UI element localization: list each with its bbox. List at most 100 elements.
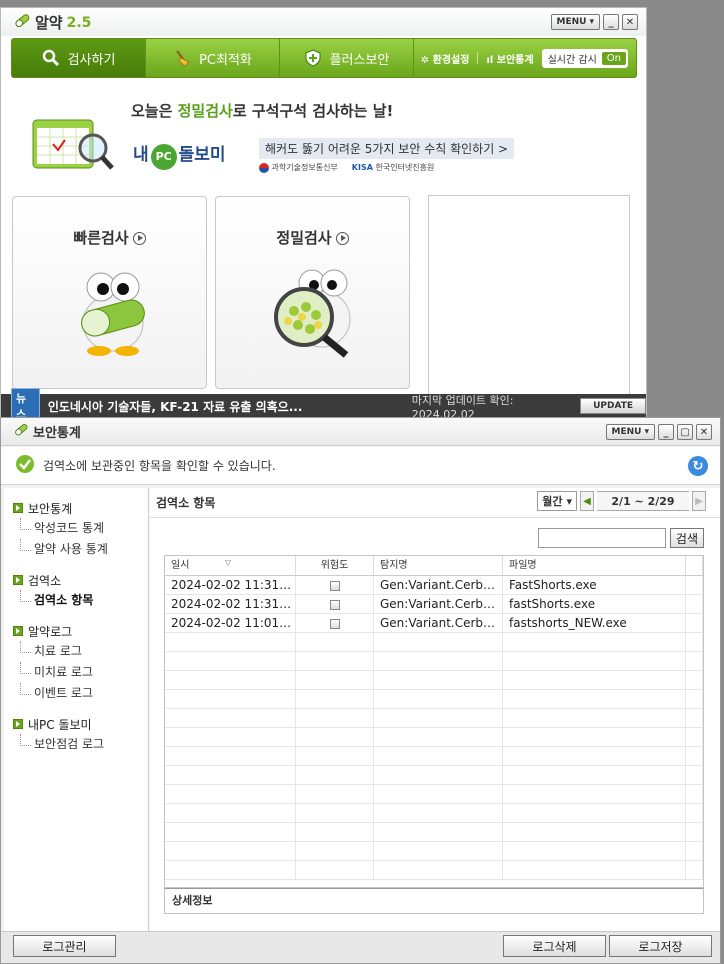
table-row[interactable]: 2024-02-02 11:01:17 Gen:Variant.Cerbu....…	[165, 614, 703, 633]
search-row: 검색	[537, 528, 704, 548]
shield-plus-icon	[304, 49, 322, 67]
cell-detection	[374, 728, 503, 746]
sort-down-icon: ▽	[225, 558, 232, 567]
cell-risk	[296, 861, 374, 879]
table-row[interactable]: 2024-02-02 11:31:09 Gen:Variant.Cerbu....…	[165, 576, 703, 595]
stats-content: 검역소 항목 월간 ▾ ◀ 2/1 ~ 2/29 ▶ 검색 일시 ▽ 위험도 탐지명…	[150, 488, 720, 931]
cell-file	[503, 728, 686, 746]
sidebar-item-malware-stats[interactable]: 악성코드 통계	[4, 518, 148, 539]
table-row[interactable]: 2024-02-02 11:31:08 Gen:Variant.Cerbu....…	[165, 595, 703, 614]
sidebar-head-logs[interactable]: 알약로그	[4, 621, 148, 641]
news-headline-link[interactable]: 인도네시아 기술자들, KF-21 자료 유출 의혹으...	[48, 398, 364, 415]
notice-text: 검역소에 보관중인 항목을 확인할 수 있습니다.	[43, 459, 276, 473]
tab-scan[interactable]: 검사하기	[12, 39, 146, 77]
cell-risk	[296, 633, 374, 651]
sidebar-head-quarantine[interactable]: 검역소	[4, 570, 148, 590]
cell-spacer	[686, 709, 703, 727]
log-delete-button[interactable]: 로그삭제	[503, 935, 606, 957]
tab-pc-optimize[interactable]: PC최적화	[146, 39, 280, 77]
stats-window: 보안통계 MENU ▾ _ ▢ ✕ 검역소에 보관중인 항목을 확인할 수 있습니…	[0, 417, 721, 964]
maximize-button[interactable]: ▢	[677, 424, 693, 440]
risk-checkbox[interactable]	[329, 580, 340, 591]
prev-period-button[interactable]: ◀	[580, 491, 594, 511]
realtime-toggle[interactable]: 실시간 감시 On	[541, 48, 628, 68]
play-icon	[335, 232, 349, 245]
cell-spacer	[686, 595, 703, 613]
close-button[interactable]: ✕	[622, 14, 638, 30]
table-row-empty	[165, 633, 703, 652]
cell-risk	[296, 671, 374, 689]
quick-scan-button[interactable]: 빠른검사	[12, 196, 207, 389]
cell-detection	[374, 690, 503, 708]
column-header-detection[interactable]: 탐지명	[374, 556, 503, 575]
full-scan-button[interactable]: 정밀검사	[215, 196, 410, 389]
realtime-label: 실시간 감시	[547, 54, 597, 66]
column-header-date[interactable]: 일시 ▽	[165, 556, 296, 575]
log-save-button[interactable]: 로그저장	[609, 935, 712, 957]
log-manage-button[interactable]: 로그관리	[13, 935, 116, 957]
sidebar-group-pc-care: 내PC 돌보미 보안점검 로그	[4, 714, 148, 755]
sidebar-item-quarantine-items[interactable]: 검역소 항목	[4, 590, 148, 611]
ad-panel[interactable]	[428, 195, 630, 400]
cell-file	[503, 842, 686, 860]
close-button[interactable]: ✕	[696, 424, 712, 440]
cell-date	[165, 671, 296, 689]
sidebar-item-usage-stats[interactable]: 알약 사용 통계	[4, 539, 148, 560]
menu-button[interactable]: MENU ▾	[550, 14, 600, 30]
table-row-empty	[165, 785, 703, 804]
cell-detection: Gen:Variant.Cerbu....	[374, 576, 503, 594]
cell-spacer	[686, 747, 703, 765]
settings-link[interactable]: ✲ 환경설정	[421, 51, 470, 66]
column-header-risk[interactable]: 위험도	[296, 556, 374, 575]
minimize-button[interactable]: _	[658, 424, 674, 440]
tab-plus-security[interactable]: 플러스보안	[280, 39, 414, 77]
column-header-file[interactable]: 파일명	[503, 556, 686, 575]
cell-spacer	[686, 804, 703, 822]
stats-link[interactable]: ıl 보안통계	[486, 51, 533, 66]
table-row-empty	[165, 804, 703, 823]
cell-date	[165, 785, 296, 803]
cell-file	[503, 652, 686, 670]
security-tips-link[interactable]: 해커도 뚫기 어려운 5가지 보안 수칙 확인하기 >	[259, 138, 515, 159]
cell-date	[165, 633, 296, 651]
full-scan-label: 정밀검사	[276, 229, 332, 247]
expand-icon	[13, 575, 23, 585]
table-row-empty	[165, 728, 703, 747]
cell-spacer	[686, 728, 703, 746]
sidebar-item-event-log[interactable]: 이벤트 로그	[4, 683, 148, 704]
search-button[interactable]: 검색	[669, 528, 704, 548]
cell-file	[503, 633, 686, 651]
sidebar-item-security-check-log[interactable]: 보안점검 로그	[4, 734, 148, 755]
period-range: 2/1 ~ 2/29	[597, 491, 689, 511]
cell-spacer	[686, 690, 703, 708]
main-titlebar[interactable]: 알약 2.5 MENU ▾ _ ✕	[1, 8, 646, 36]
stats-menu-button[interactable]: MENU ▾	[605, 424, 655, 440]
expand-icon	[13, 626, 23, 636]
sidebar-item-untreated-log[interactable]: 미치료 로그	[4, 662, 148, 683]
cell-spacer	[686, 652, 703, 670]
sidebar-item-treated-log[interactable]: 치료 로그	[4, 641, 148, 662]
search-input[interactable]	[537, 528, 666, 548]
msit-logo: 과학기술정보통신부	[259, 162, 338, 173]
play-icon	[132, 232, 146, 245]
risk-checkbox[interactable]	[329, 599, 340, 610]
settings-label: 환경설정	[432, 54, 470, 66]
period-select[interactable]: 월간 ▾	[537, 491, 577, 511]
cell-spacer	[686, 823, 703, 841]
minimize-button[interactable]: _	[603, 14, 619, 30]
refresh-icon[interactable]: ↻	[688, 456, 708, 476]
risk-checkbox[interactable]	[329, 618, 340, 629]
update-button[interactable]: UPDATE	[580, 398, 646, 414]
cell-file	[503, 747, 686, 765]
next-period-button[interactable]: ▶	[692, 491, 706, 511]
cell-detection	[374, 747, 503, 765]
notice-bar: 검역소에 보관중인 항목을 확인할 수 있습니다. ↻	[1, 447, 720, 485]
period-controls: 월간 ▾ ◀ 2/1 ~ 2/29 ▶	[537, 491, 706, 511]
cell-file	[503, 766, 686, 784]
cell-date: 2024-02-02 11:31:08	[165, 595, 296, 613]
cell-risk	[296, 747, 374, 765]
sidebar-head-pc-care[interactable]: 내PC 돌보미	[4, 714, 148, 734]
sidebar-head-security-stats[interactable]: 보안통계	[4, 498, 148, 518]
stats-titlebar[interactable]: 보안통계 MENU ▾ _ ▢ ✕	[1, 418, 720, 446]
cell-spacer	[686, 614, 703, 632]
